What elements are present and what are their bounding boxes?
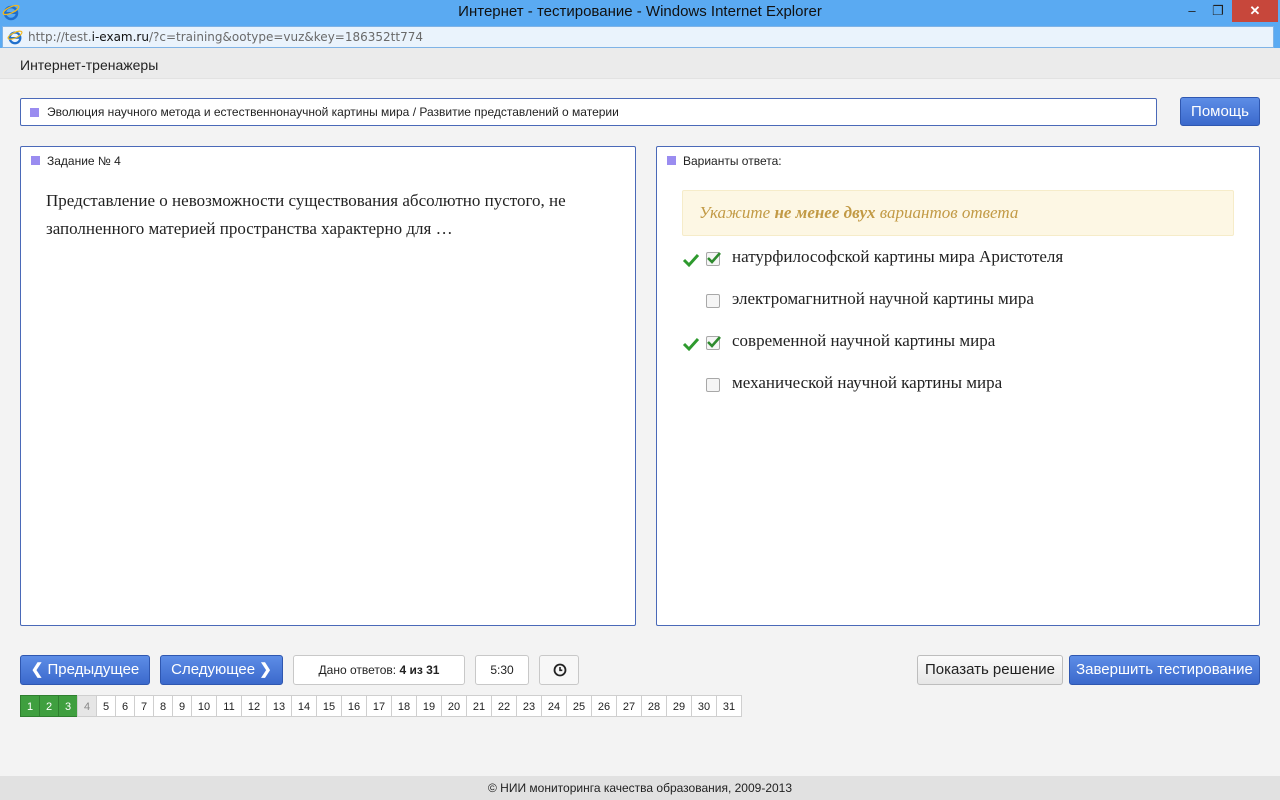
pager-item[interactable]: 15 xyxy=(316,695,342,717)
topic-text: Эволюция научного метода и естественнона… xyxy=(47,105,619,119)
answer-checkbox[interactable] xyxy=(706,252,721,266)
pager-item[interactable]: 3 xyxy=(58,695,78,717)
footer: © НИИ мониторинга качества образования, … xyxy=(0,776,1280,800)
url-prefix: http://test. xyxy=(28,30,92,44)
pager-item[interactable]: 26 xyxy=(591,695,617,717)
task-panel: Задание № 4 Представление о невозможност… xyxy=(20,146,636,626)
answer-option-label: натурфилософской картины мира Аристотеля xyxy=(732,247,1064,266)
pager-item[interactable]: 27 xyxy=(616,695,642,717)
pager-item[interactable]: 9 xyxy=(172,695,192,717)
app-header: Интернет-тренажеры xyxy=(0,48,1280,79)
chevron-right-icon: ❯ xyxy=(259,661,272,678)
answer-option[interactable]: натурфилософской картины мира Аристотеля xyxy=(657,247,1257,277)
window-titlebar: Интернет - тестирование - Windows Intern… xyxy=(0,0,1280,24)
pager-item[interactable]: 5 xyxy=(96,695,116,717)
pager-item[interactable]: 8 xyxy=(153,695,173,717)
pager-item[interactable]: 1 xyxy=(20,695,40,717)
pager-item[interactable]: 29 xyxy=(666,695,692,717)
pager-item[interactable]: 10 xyxy=(191,695,217,717)
maximize-button[interactable]: ❐ xyxy=(1206,0,1230,22)
answer-option-label: электромагнитной научной картины мира xyxy=(732,289,1034,308)
answers-panel: Варианты ответа: Укажите не менее двух в… xyxy=(656,146,1260,626)
checkbox-check-icon xyxy=(707,336,721,348)
pager-item[interactable]: 28 xyxy=(641,695,667,717)
close-button[interactable]: ✕ xyxy=(1232,0,1278,22)
answered-counter: Дано ответов: 4 из 31 xyxy=(293,655,465,685)
answer-option-label: механической научной картины мира xyxy=(732,373,1003,392)
pager-item[interactable]: 7 xyxy=(134,695,154,717)
pager-item[interactable]: 22 xyxy=(491,695,517,717)
pager-item[interactable]: 16 xyxy=(341,695,367,717)
pager-item[interactable]: 4 xyxy=(77,695,97,717)
pager-item[interactable]: 25 xyxy=(566,695,592,717)
finish-test-button[interactable]: Завершить тестирование xyxy=(1069,655,1260,685)
answer-option[interactable]: механической научной картины мира xyxy=(657,373,1257,403)
answer-option[interactable]: электромагнитной научной картины мира xyxy=(657,289,1257,319)
pager-item[interactable]: 30 xyxy=(691,695,717,717)
answer-checkbox[interactable] xyxy=(706,294,720,308)
pager-item[interactable]: 19 xyxy=(416,695,442,717)
url-text: http://test.i-exam.ru/?c=training&ootype… xyxy=(28,30,423,44)
answered-value: 4 из 31 xyxy=(399,663,440,677)
pager-item[interactable]: 14 xyxy=(291,695,317,717)
previous-label: Предыдущее xyxy=(47,661,140,678)
topic-box: Эволюция научного метода и естественнона… xyxy=(20,98,1157,126)
timer: 5:30 xyxy=(475,655,529,685)
checkbox-check-icon xyxy=(707,252,721,264)
pager-item[interactable]: 18 xyxy=(391,695,417,717)
hint-bold: не менее двух xyxy=(774,203,876,222)
answers-square-icon xyxy=(667,156,676,165)
task-title: Задание № 4 xyxy=(47,154,121,168)
task-square-icon xyxy=(31,156,40,165)
pager-item[interactable]: 13 xyxy=(266,695,292,717)
clock-icon xyxy=(553,663,567,677)
answer-checkbox[interactable] xyxy=(706,378,720,392)
hint-pre: Укажите xyxy=(699,203,775,222)
question-text: Представление о невозможности существова… xyxy=(46,191,566,238)
pager-item[interactable]: 11 xyxy=(216,695,242,717)
help-button[interactable]: Помощь xyxy=(1180,97,1260,126)
pager-item[interactable]: 6 xyxy=(115,695,135,717)
topic-square-icon xyxy=(30,108,39,117)
chevron-left-icon: ❮ xyxy=(30,661,44,678)
hint-post: вариантов ответа xyxy=(875,203,1019,222)
pager-item[interactable]: 31 xyxy=(716,695,742,717)
page-content: Интернет-тренажеры Эволюция научного мет… xyxy=(0,48,1280,800)
clock-button[interactable] xyxy=(539,655,579,685)
answers-title: Варианты ответа: xyxy=(683,154,782,168)
app-title: Интернет-тренажеры xyxy=(20,57,159,73)
pager-item[interactable]: 20 xyxy=(441,695,467,717)
pager-item[interactable]: 23 xyxy=(516,695,542,717)
show-solution-button[interactable]: Показать решение xyxy=(917,655,1063,685)
window-title: Интернет - тестирование - Windows Intern… xyxy=(458,3,822,20)
url-rest: /?c=training&ootype=vuz&key=186352tt774 xyxy=(148,30,423,44)
pager-item[interactable]: 24 xyxy=(541,695,567,717)
ie-page-icon xyxy=(7,30,23,45)
minimize-button[interactable]: – xyxy=(1180,0,1204,22)
correct-check-icon xyxy=(682,253,700,268)
url-domain: i-exam.ru xyxy=(91,30,149,44)
pager-item[interactable]: 21 xyxy=(466,695,492,717)
next-label: Следующее xyxy=(171,661,256,678)
answer-checkbox[interactable] xyxy=(706,336,721,350)
answer-option-label: современной научной картины мира xyxy=(732,331,996,350)
address-bar: http://test.i-exam.ru/?c=training&ootype… xyxy=(0,24,1280,48)
correct-check-icon xyxy=(682,337,700,352)
pager-item[interactable]: 12 xyxy=(241,695,267,717)
pager-item[interactable]: 17 xyxy=(366,695,392,717)
answer-hint: Укажите не менее двух вариантов ответа xyxy=(682,190,1234,236)
previous-button[interactable]: ❮ Предыдущее xyxy=(20,655,150,685)
answered-label: Дано ответов: xyxy=(318,663,400,677)
pager-item[interactable]: 2 xyxy=(39,695,59,717)
address-field[interactable]: http://test.i-exam.ru/?c=training&ootype… xyxy=(2,26,1274,48)
answer-option[interactable]: современной научной картины мира xyxy=(657,331,1257,361)
next-button[interactable]: Следующее ❯ xyxy=(160,655,283,685)
